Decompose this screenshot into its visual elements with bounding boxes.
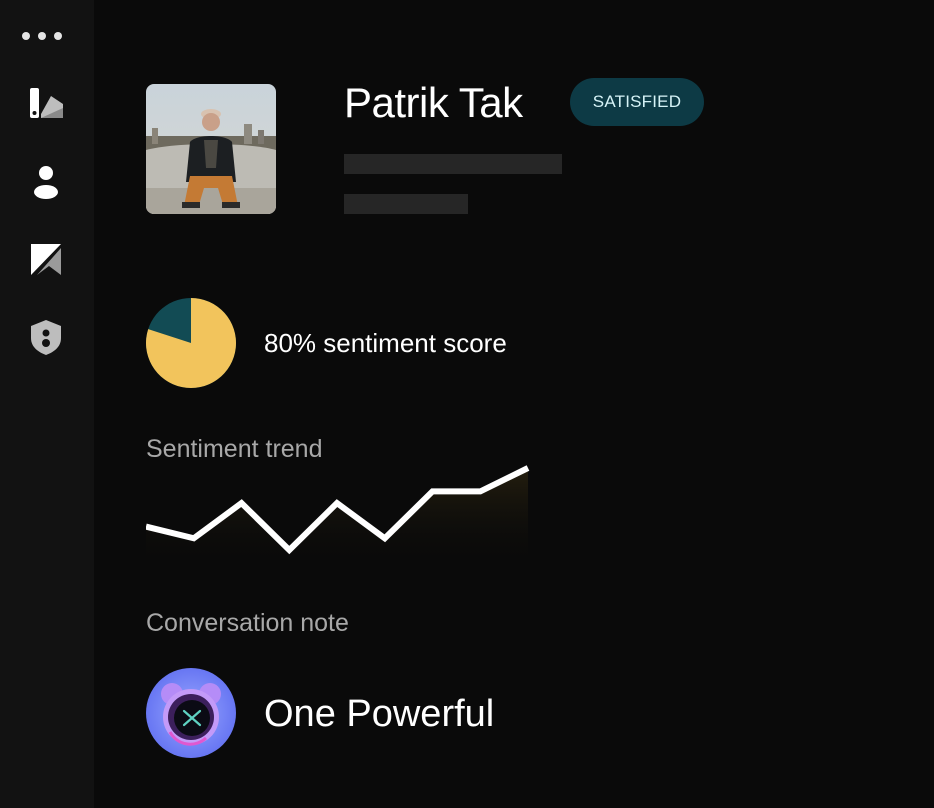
sentiment-pie-chart — [146, 298, 236, 388]
bookmark-slash-icon[interactable] — [27, 240, 65, 278]
main-panel: Patrik Tak SATISFIED 80% sentiment score… — [94, 0, 934, 808]
more-menu-icon[interactable] — [22, 32, 62, 40]
user-icon[interactable] — [27, 162, 65, 200]
skeleton-line-primary — [344, 154, 562, 174]
conversation-note-title: Conversation note — [146, 609, 349, 637]
note-avatar-icon[interactable] — [146, 668, 236, 758]
trend-area — [146, 468, 528, 570]
sentiment-score-label: 80% sentiment score — [264, 328, 507, 358]
conversation-note-text: One Powerful — [264, 693, 495, 735]
swatch-icon[interactable] — [27, 84, 65, 122]
shield-user-icon[interactable] — [27, 318, 65, 356]
profile-name: Patrik Tak — [344, 79, 523, 126]
status-badge: SATISFIED — [570, 78, 704, 126]
avatar[interactable] — [146, 84, 276, 214]
sentiment-trend-chart — [146, 460, 536, 570]
sidebar — [0, 0, 94, 808]
skeleton-line-secondary — [344, 194, 468, 214]
